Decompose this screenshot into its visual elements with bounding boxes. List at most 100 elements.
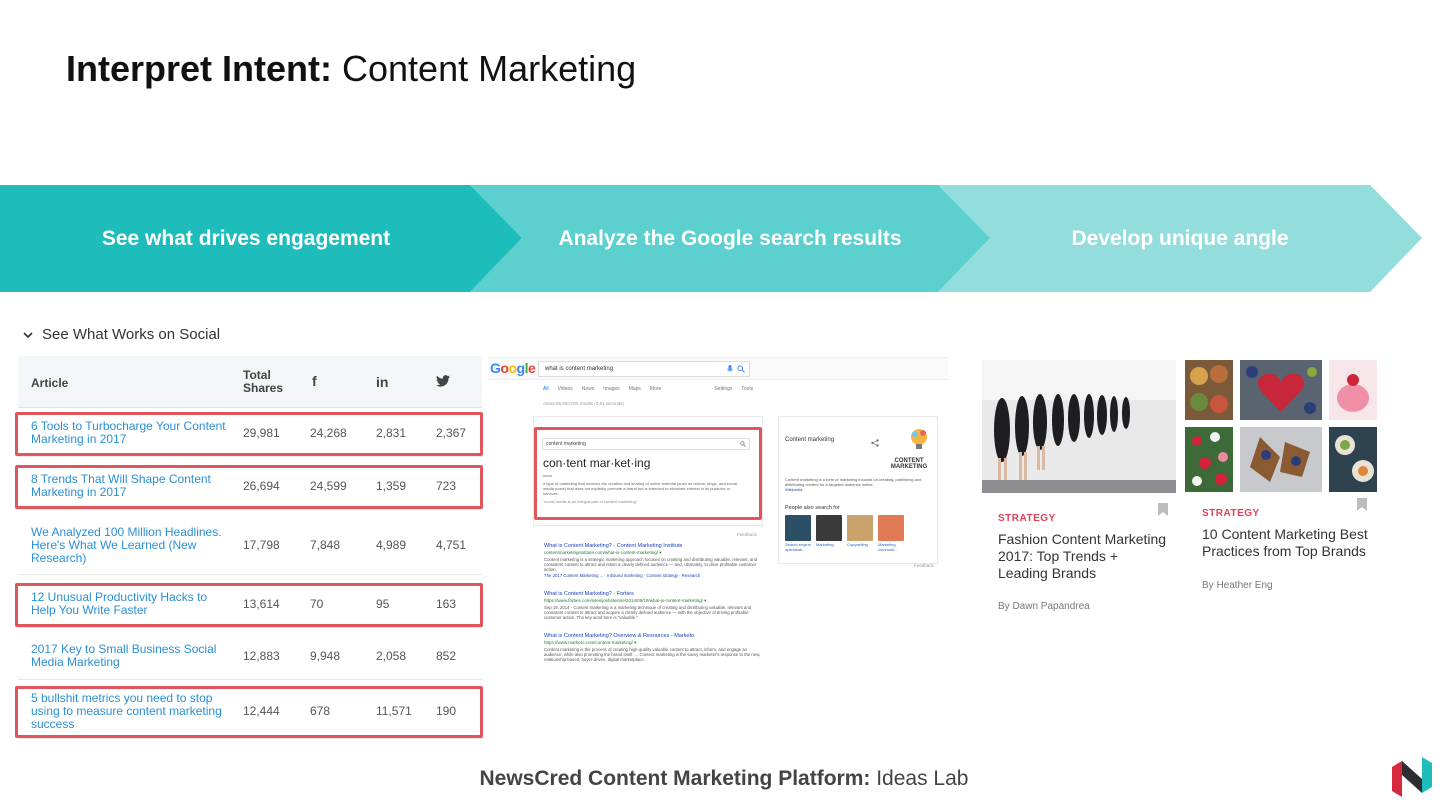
slide-title: Interpret Intent: Content Marketing bbox=[66, 48, 636, 90]
step-3-label: Develop unique angle bbox=[1071, 226, 1289, 250]
content-marketing-logo: CONTENT MARKETING bbox=[887, 425, 933, 470]
col-article: Article bbox=[31, 376, 69, 390]
search-result[interactable]: What is Content Marketing? Overview & Re… bbox=[544, 633, 764, 662]
article-category[interactable]: STRATEGY bbox=[998, 513, 1168, 524]
row-highlight-box bbox=[15, 465, 483, 509]
facebook-icon: f bbox=[312, 373, 317, 389]
row-highlight-box bbox=[15, 686, 483, 738]
article-byline: By Dawn Papandrea bbox=[998, 601, 1090, 612]
twitter-shares-value: 4,751 bbox=[436, 538, 467, 552]
article-title[interactable]: Fashion Content Marketing 2017: Top Tren… bbox=[998, 531, 1168, 582]
food-image bbox=[1240, 360, 1322, 420]
search-result-url: contentmarketinginstitute.com/what-is-co… bbox=[544, 550, 662, 555]
step-1-label: See what drives engagement bbox=[101, 226, 391, 250]
feedback-link[interactable]: Feedback bbox=[737, 532, 757, 537]
step-3-chevron: Develop unique angle bbox=[938, 185, 1422, 292]
search-result-sitelinks[interactable]: The 2017 Content Marketing ... · Inbound… bbox=[544, 573, 764, 578]
google-tab-news[interactable]: News bbox=[582, 386, 595, 392]
dictionary-highlight-box bbox=[534, 427, 762, 520]
article-byline: By Heather Eng bbox=[1202, 580, 1273, 591]
related-thumb bbox=[878, 515, 904, 541]
related-thumb bbox=[785, 515, 811, 541]
wikipedia-link[interactable]: Wikipedia bbox=[785, 487, 933, 492]
google-tab-settings[interactable]: Settings bbox=[714, 386, 732, 392]
google-tabs: All Videos News Images Maps More Setting… bbox=[543, 386, 753, 392]
food-image bbox=[1329, 360, 1377, 420]
search-result[interactable]: What is Content Marketing? - Content Mar… bbox=[544, 543, 764, 578]
related-search-label: Marketing bbox=[816, 542, 834, 547]
social-section-toggle[interactable]: See What Works on Social bbox=[22, 326, 220, 343]
table-row: 2017 Key to Small Business Social Media … bbox=[18, 632, 482, 680]
article-card[interactable]: STRATEGY 10 Content Marketing Best Pract… bbox=[1202, 508, 1372, 591]
search-result-snippet: Content marketing is a strategic marketi… bbox=[544, 557, 758, 572]
google-result-count: About 56,800,000 results (0.61 seconds) bbox=[543, 401, 625, 406]
search-result-title[interactable]: What is Content Marketing? Overview & Re… bbox=[544, 633, 764, 639]
food-image bbox=[1185, 427, 1233, 492]
step-2-chevron: Analyze the Google search results bbox=[470, 185, 990, 292]
related-search-item[interactable]: Marketing communi... bbox=[878, 515, 904, 552]
article-link[interactable]: We Analyzed 100 Million Headlines. Here'… bbox=[31, 526, 231, 565]
google-tab-images[interactable]: Images bbox=[603, 386, 619, 392]
related-thumb bbox=[816, 515, 842, 541]
google-search-input[interactable]: what is content marketing bbox=[538, 361, 750, 377]
related-search-label: Marketing communi... bbox=[878, 542, 898, 552]
fashion-runway-image[interactable] bbox=[982, 360, 1176, 493]
mic-icon[interactable] bbox=[727, 365, 733, 374]
google-tab-videos[interactable]: Videos bbox=[558, 386, 573, 392]
lightbulb-icon bbox=[911, 429, 927, 449]
google-topbar: Google what is content marketing bbox=[488, 358, 948, 380]
related-search-item[interactable]: Marketing bbox=[816, 515, 842, 552]
knowledge-panel-title: Content marketing bbox=[785, 437, 835, 443]
bookmark-icon[interactable] bbox=[1158, 503, 1168, 516]
food-image bbox=[1329, 427, 1377, 492]
linkedin-shares-value: 2,058 bbox=[376, 649, 407, 663]
row-highlight-box bbox=[15, 583, 483, 627]
footer-rest: Ideas Lab bbox=[870, 767, 969, 790]
slide-title-bold: Interpret Intent: bbox=[66, 48, 332, 89]
facebook-shares-value: 7,848 bbox=[310, 538, 341, 552]
google-tab-tools[interactable]: Tools bbox=[741, 386, 753, 392]
twitter-shares-value: 852 bbox=[436, 649, 457, 663]
food-image-grid[interactable] bbox=[1185, 360, 1377, 492]
knowledge-panel-text: Content marketing is a form of marketing… bbox=[785, 477, 933, 492]
col-total-shares: Total Shares bbox=[243, 368, 284, 395]
total-shares-value: 17,798 bbox=[243, 538, 280, 552]
article-card[interactable]: STRATEGY Fashion Content Marketing 2017:… bbox=[998, 513, 1168, 612]
logo-text: CONTENT MARKETING bbox=[890, 458, 928, 470]
step-2-label: Analyze the Google search results bbox=[558, 226, 902, 250]
table-row: We Analyzed 100 Million Headlines. Here'… bbox=[18, 515, 482, 575]
search-result-snippet: Content marketing is the process of crea… bbox=[544, 647, 761, 662]
search-result[interactable]: What is Content Marketing? - Forbes http… bbox=[544, 591, 764, 620]
bookmark-icon[interactable] bbox=[1357, 498, 1367, 511]
facebook-shares-value: 9,948 bbox=[310, 649, 341, 663]
search-result-url: https://www.forbes.com/sites/joshsteimle… bbox=[544, 598, 707, 603]
related-search-item[interactable]: Copywriting bbox=[847, 515, 873, 552]
total-shares-value: 12,883 bbox=[243, 649, 280, 663]
google-tab-maps[interactable]: Maps bbox=[629, 386, 641, 392]
article-category[interactable]: STRATEGY bbox=[1202, 508, 1372, 519]
social-section-heading: See What Works on Social bbox=[42, 326, 221, 343]
people-also-search-label: People also search for bbox=[785, 505, 840, 511]
food-image bbox=[1240, 427, 1322, 492]
slide-title-rest: Content Marketing bbox=[332, 48, 637, 89]
linkedin-shares-value: 4,989 bbox=[376, 538, 407, 552]
linkedin-icon: in bbox=[376, 374, 389, 390]
feedback-link[interactable]: Feedback bbox=[914, 563, 934, 568]
newscred-logo-icon bbox=[1392, 757, 1432, 797]
related-search-label: Search engine optimizati... bbox=[785, 542, 811, 552]
article-title[interactable]: 10 Content Marketing Best Practices from… bbox=[1202, 526, 1372, 560]
search-result-title[interactable]: What is Content Marketing? - Content Mar… bbox=[544, 543, 764, 549]
share-icon[interactable] bbox=[871, 439, 879, 447]
twitter-icon bbox=[436, 375, 450, 387]
food-image bbox=[1185, 360, 1233, 420]
google-tab-more[interactable]: More bbox=[650, 386, 661, 392]
search-result-snippet: Sep 19, 2014 - Content marketing is a ma… bbox=[544, 605, 752, 620]
search-icon[interactable] bbox=[737, 365, 745, 373]
google-logo: Google bbox=[490, 360, 536, 376]
related-search-item[interactable]: Search engine optimizati... bbox=[785, 515, 811, 552]
google-tab-all[interactable]: All bbox=[543, 386, 549, 392]
chevron-down-icon bbox=[23, 331, 33, 338]
article-link[interactable]: 2017 Key to Small Business Social Media … bbox=[31, 643, 231, 669]
search-result-title[interactable]: What is Content Marketing? - Forbes bbox=[544, 591, 764, 597]
google-search-query: what is content marketing bbox=[545, 366, 614, 372]
